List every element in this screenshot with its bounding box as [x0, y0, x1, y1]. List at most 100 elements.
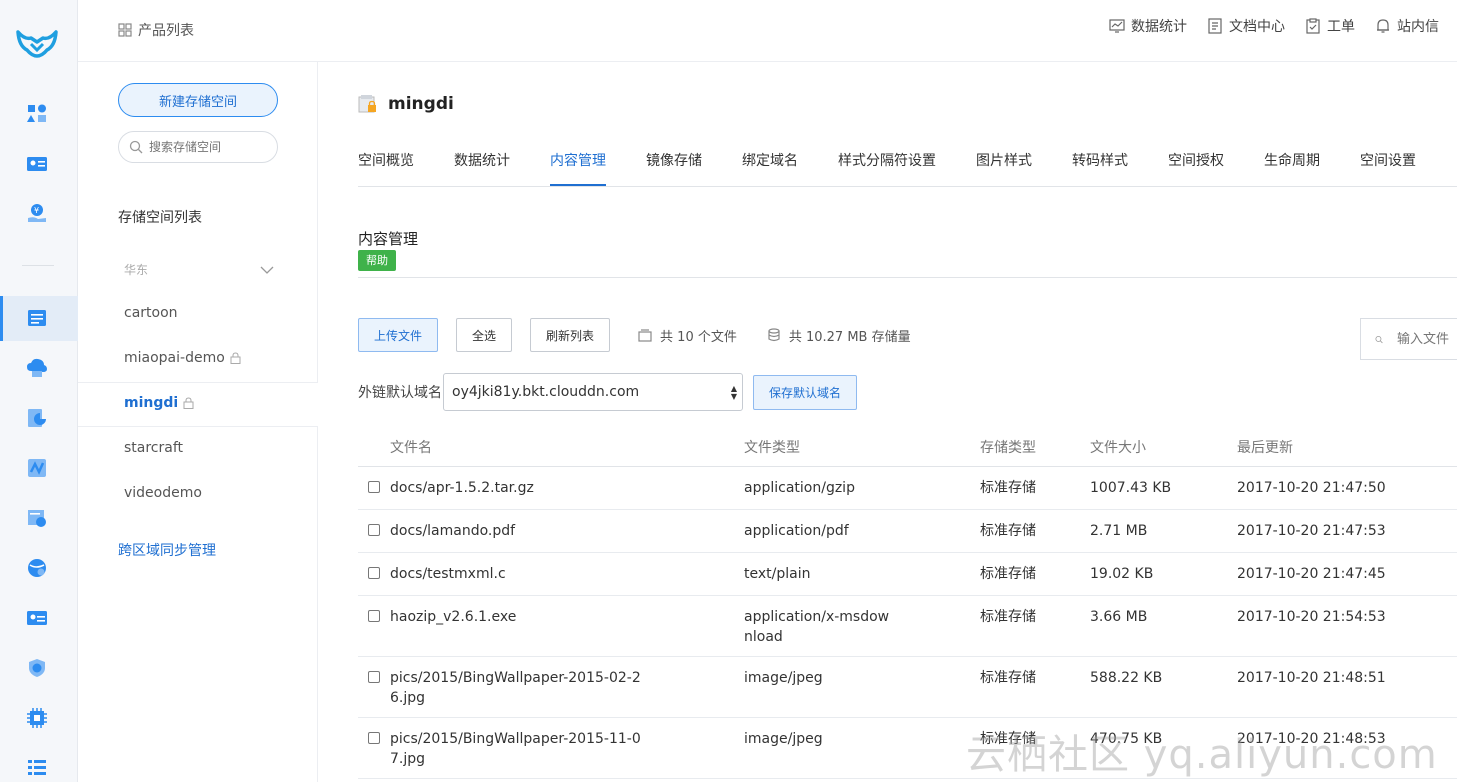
bucket-name: mingdi — [124, 395, 179, 411]
file-type: application/x-msdownload — [744, 609, 890, 645]
col-filetype[interactable]: 文件类型 — [744, 437, 800, 457]
col-filename[interactable]: 文件名 — [390, 437, 432, 457]
bucket-item-videodemo[interactable]: videodemo — [124, 485, 202, 501]
tab-space-settings[interactable]: 空间设置 — [1360, 142, 1416, 186]
bucket-item-starcraft[interactable]: starcraft — [124, 440, 183, 456]
file-name[interactable]: docs/lamando.pdf — [390, 521, 650, 541]
bucket-search-input[interactable] — [149, 140, 259, 154]
tab-content-management[interactable]: 内容管理 — [550, 142, 606, 186]
tab-bind-domain[interactable]: 绑定域名 — [742, 142, 798, 186]
domain-select[interactable]: oy4jki81y.bkt.clouddn.com ▲ ▼ — [443, 373, 743, 411]
table-row[interactable]: pics/2015/BingWallpaper-2015-02-26.jpg i… — [358, 657, 1457, 718]
pie-report-icon[interactable] — [26, 407, 48, 429]
row-checkbox[interactable] — [368, 567, 380, 579]
grid-icon — [118, 23, 132, 37]
topnav-messages-label: 站内信 — [1397, 19, 1439, 35]
file-name[interactable]: pics/2015/BingWallpaper-2015-11-07.jpg — [390, 729, 650, 769]
billing-hand-icon[interactable]: ¥ — [26, 202, 48, 224]
region-label: 华东 — [124, 263, 149, 277]
database-icon — [768, 328, 780, 342]
col-filesize[interactable]: 文件大小 — [1090, 437, 1146, 457]
save-domain-button[interactable]: 保存默认域名 — [753, 374, 858, 410]
new-bucket-button[interactable]: 新建存储空间 — [118, 83, 278, 117]
tab-image-style[interactable]: 图片样式 — [976, 142, 1032, 186]
tab-lifecycle[interactable]: 生命周期 — [1264, 142, 1320, 186]
file-size: 19.02 KB — [1090, 566, 1154, 582]
storage-type: 标准存储 — [980, 523, 1036, 539]
cdn-cloud-icon[interactable] — [26, 357, 48, 379]
private-bucket-icon — [358, 95, 376, 113]
storage-folder-icon[interactable] — [26, 307, 48, 329]
data-analysis-icon[interactable] — [26, 507, 48, 529]
clipboard-icon — [1306, 18, 1320, 34]
file-search[interactable] — [1360, 318, 1457, 360]
qiniu-logo-icon[interactable] — [15, 26, 59, 62]
topnav-stats[interactable]: 数据统计 — [1109, 16, 1187, 36]
search-icon — [129, 140, 143, 154]
id-card-icon[interactable] — [26, 152, 48, 174]
tab-style-separator[interactable]: 样式分隔符设置 — [838, 142, 936, 186]
file-count-stat: 共 10 个文件 — [638, 326, 737, 345]
cross-region-sync-link[interactable]: 跨区域同步管理 — [118, 540, 216, 560]
table-row[interactable]: docs/testmxml.c text/plain 标准存储 19.02 KB… — [358, 553, 1457, 596]
updated-time: 2017-10-20 21:47:53 — [1237, 523, 1386, 539]
table-row[interactable]: docs/lamando.pdf application/pdf 标准存储 2.… — [358, 510, 1457, 553]
file-name[interactable]: haozip_v2.6.1.exe — [390, 607, 650, 627]
bucket-item-mingdi[interactable]: mingdi — [124, 395, 194, 411]
storage-stat: 共 10.27 MB 存储量 — [767, 326, 911, 345]
shapes-icon[interactable] — [26, 102, 48, 124]
storage-type: 标准存储 — [980, 566, 1036, 582]
upload-file-button[interactable]: 上传文件 — [358, 318, 439, 352]
row-checkbox[interactable] — [368, 671, 380, 683]
chip-icon[interactable] — [26, 707, 48, 729]
file-size: 3.66 MB — [1090, 609, 1148, 625]
select-all-button[interactable]: 全选 — [456, 318, 513, 352]
tab-overview[interactable]: 空间概览 — [358, 142, 414, 186]
storage-label: 共 10.27 MB 存储量 — [788, 329, 911, 345]
top-bar: 产品列表 数据统计 文档中心 工单 站内信 — [78, 0, 1457, 62]
topnav-docs[interactable]: 文档中心 — [1207, 16, 1285, 36]
breadcrumb[interactable]: 产品列表 — [118, 20, 194, 40]
file-type: image/jpeg — [744, 670, 823, 686]
bucket-item-miaopai-demo[interactable]: miaopai-demo — [124, 350, 241, 366]
row-checkbox[interactable] — [368, 732, 380, 744]
bucket-name: videodemo — [124, 485, 202, 501]
region-selector[interactable]: 华东 — [124, 261, 274, 278]
tab-statistics[interactable]: 数据统计 — [454, 142, 510, 186]
table-row[interactable]: haozip_v2.6.1.exe application/x-msdownlo… — [358, 596, 1457, 657]
refresh-list-button[interactable]: 刷新列表 — [530, 318, 611, 352]
svg-text:¥: ¥ — [34, 206, 39, 215]
watermark-text: 云栖社区 yq.aliyun.com — [966, 732, 1438, 778]
table-row[interactable]: docs/apr-1.5.2.tar.gz application/gzip 标… — [358, 467, 1457, 510]
file-size: 588.22 KB — [1090, 670, 1163, 686]
row-checkbox[interactable] — [368, 481, 380, 493]
tab-space-auth[interactable]: 空间授权 — [1168, 142, 1224, 186]
bucket-search[interactable] — [118, 131, 278, 163]
list-grid-icon[interactable] — [26, 757, 48, 779]
shield-check-icon[interactable] — [26, 657, 48, 679]
file-name[interactable]: docs/testmxml.c — [390, 564, 650, 584]
pipeline-icon[interactable] — [26, 457, 48, 479]
contact-card-icon[interactable] — [26, 607, 48, 629]
row-checkbox[interactable] — [368, 610, 380, 622]
col-storage-type[interactable]: 存储类型 — [980, 437, 1036, 457]
globe-icon[interactable] — [26, 557, 48, 579]
row-checkbox[interactable] — [368, 524, 380, 536]
file-type: text/plain — [744, 566, 811, 582]
col-updated[interactable]: 最后更新 — [1237, 437, 1293, 457]
file-name[interactable]: docs/apr-1.5.2.tar.gz — [390, 478, 650, 498]
top-nav: 数据统计 文档中心 工单 站内信 — [1109, 16, 1439, 36]
updated-time: 2017-10-20 21:47:50 — [1237, 480, 1386, 496]
file-name[interactable]: pics/2015/BingWallpaper-2015-02-26.jpg — [390, 668, 650, 708]
help-badge[interactable]: 帮助 — [358, 250, 396, 271]
topnav-ticket[interactable]: 工单 — [1305, 16, 1355, 36]
file-search-input[interactable] — [1397, 331, 1457, 347]
bucket-item-cartoon[interactable]: cartoon — [124, 305, 178, 321]
file-type: image/jpeg — [744, 731, 823, 747]
topnav-docs-label: 文档中心 — [1229, 19, 1285, 35]
tab-transcode-style[interactable]: 转码样式 — [1072, 142, 1128, 186]
topnav-messages[interactable]: 站内信 — [1375, 16, 1439, 36]
bucket-sidebar: 新建存储空间 存储空间列表 华东 cartoon miaopai-demo mi… — [78, 62, 318, 782]
tab-mirror-storage[interactable]: 镜像存储 — [646, 142, 702, 186]
domain-value: oy4jki81y.bkt.clouddn.com — [452, 384, 640, 400]
